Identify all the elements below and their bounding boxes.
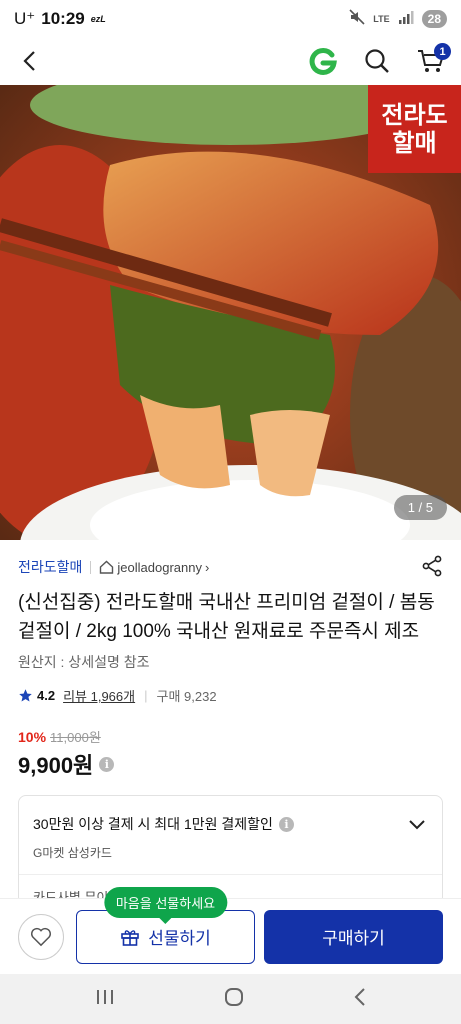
cart-count-badge: 1 bbox=[434, 43, 451, 60]
share-button[interactable] bbox=[421, 555, 443, 580]
star-icon bbox=[19, 689, 32, 702]
wishlist-button[interactable] bbox=[18, 913, 64, 960]
brand-logo-stamp: 전라도 할매 bbox=[368, 85, 461, 173]
store-name: jeolladogranny bbox=[117, 559, 202, 575]
recent-apps-button[interactable] bbox=[95, 988, 115, 1011]
recent-apps-icon bbox=[96, 989, 113, 1004]
top-nav: 1 bbox=[0, 38, 461, 84]
status-bar: U⁺ 10:29 ezL LTE 28 bbox=[0, 0, 461, 38]
benefit-text: 30만원 이상 결제 시 최대 1만원 결제할인 bbox=[33, 816, 273, 832]
home-icon bbox=[100, 560, 114, 574]
store-link[interactable]: jeolladogranny › bbox=[99, 560, 209, 575]
product-image-carousel[interactable]: 전라도 할매 1 / 5 bbox=[0, 85, 461, 540]
search-icon bbox=[365, 49, 389, 73]
discount-rate: 10% bbox=[18, 728, 47, 745]
back-chevron-icon bbox=[354, 987, 365, 1006]
gift-button[interactable]: 마음을 선물하세요 선물하기 bbox=[76, 886, 255, 964]
bottom-action-bar: 마음을 선물하세요 선물하기 구매하기 bbox=[0, 886, 461, 974]
battery-indicator: 28 bbox=[421, 10, 447, 28]
lte-label: LTE bbox=[373, 14, 390, 24]
price-row: 9,900원 i bbox=[18, 748, 443, 780]
brand-stamp-line2: 할매 bbox=[392, 128, 437, 157]
system-back-button[interactable] bbox=[353, 987, 367, 1012]
product-title: (신선집중) 전라도할매 국내산 프리미엄 겉절이 / 봄동 겉절이 / 2kg… bbox=[18, 592, 435, 642]
discount-row: 10% 11,000원 bbox=[18, 727, 443, 746]
product-info: 전라도할매 jeolladogranny › (신선집중) 전라도할매 국내산 … bbox=[0, 548, 461, 780]
home-circle-icon bbox=[224, 987, 243, 1006]
store-chevron: › bbox=[204, 559, 210, 575]
seller-name-link[interactable]: 전라도할매 bbox=[18, 557, 82, 577]
brand-stamp-line1: 전라도 bbox=[381, 100, 448, 130]
chevron-down-icon[interactable] bbox=[408, 818, 426, 836]
ezl-label: ezL bbox=[90, 14, 106, 24]
system-nav-bar bbox=[0, 974, 461, 1024]
rating-value: 4.2 bbox=[37, 688, 56, 703]
share-icon bbox=[422, 555, 442, 576]
signal-icon bbox=[398, 10, 414, 28]
divider bbox=[90, 560, 92, 574]
gmarket-g-icon bbox=[309, 47, 337, 75]
sale-price: 9,900원 bbox=[18, 753, 94, 778]
original-price: 11,000원 bbox=[50, 730, 101, 745]
carrier-label: U⁺ bbox=[14, 9, 36, 28]
gift-icon bbox=[121, 929, 140, 946]
gmarket-home-button[interactable] bbox=[307, 45, 339, 77]
back-button[interactable] bbox=[14, 45, 46, 77]
buy-button[interactable]: 구매하기 bbox=[264, 909, 443, 964]
heart-icon bbox=[31, 927, 51, 946]
gift-tooltip: 마음을 선물하세요 bbox=[103, 886, 228, 918]
mute-icon bbox=[349, 9, 365, 29]
price-info-icon[interactable]: i bbox=[99, 756, 115, 772]
benefit-card-name: G마켓 삼성카드 bbox=[33, 846, 112, 860]
chevron-left-icon bbox=[23, 51, 35, 71]
gift-label: 선물하기 bbox=[148, 929, 211, 948]
cart-button[interactable]: 1 bbox=[415, 43, 451, 77]
seller-row: 전라도할매 jeolladogranny › bbox=[18, 548, 443, 586]
image-page-indicator: 1 / 5 bbox=[393, 495, 447, 520]
purchase-count: 구매 9,232 bbox=[156, 689, 217, 704]
benefit-info-icon[interactable]: i bbox=[278, 816, 294, 832]
payment-benefit-card[interactable]: 30만원 이상 결제 시 최대 1만원 결제할인 i G마켓 삼성카드 카드사별… bbox=[18, 795, 443, 905]
clock: 10:29 bbox=[41, 9, 85, 28]
review-count-link[interactable]: 리뷰 1,966개 bbox=[63, 686, 135, 705]
origin-info: 원산지 : 상세설명 참조 bbox=[18, 654, 150, 670]
home-button[interactable] bbox=[224, 987, 244, 1012]
search-button[interactable] bbox=[361, 45, 393, 77]
rating-row: 4.2 리뷰 1,966개 | 구매 9,232 bbox=[18, 686, 443, 705]
